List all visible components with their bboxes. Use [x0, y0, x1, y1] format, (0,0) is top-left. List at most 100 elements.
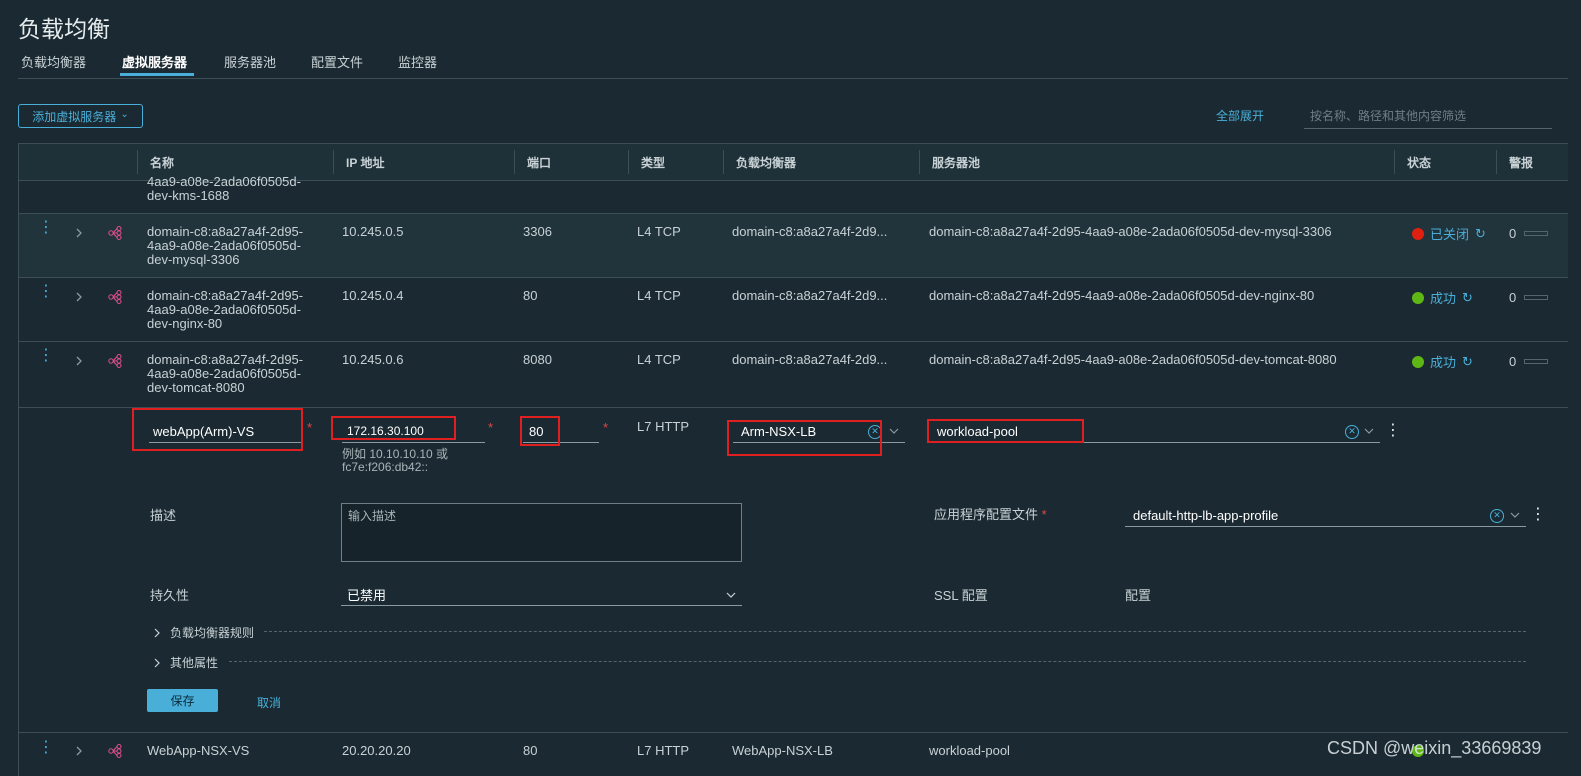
table-row[interactable]: ⋮ domain-c8:a8a27a4f-2d95- 4aa9-a08e-2ad… [19, 214, 1569, 278]
highlight-box [331, 416, 456, 440]
persistence-value: 已禁用 [347, 587, 387, 603]
ip-address-hint: 例如 10.10.10.10 或 fc7e:f206:db42:: [342, 447, 449, 474]
chevron-down-icon[interactable] [889, 426, 899, 436]
required-mark: * [488, 420, 494, 435]
tab-virtual-servers[interactable]: 虚拟服务器 [122, 52, 187, 71]
vs-port: 80 [523, 288, 538, 303]
vs-ip: 20.20.20.20 [342, 743, 411, 758]
column-header-status[interactable]: 状态 [1407, 154, 1431, 171]
vs-ip: 10.245.0.4 [342, 288, 404, 303]
row-actions-kebab-icon[interactable]: ⋮ [38, 220, 54, 236]
vs-type: L7 HTTP [637, 743, 690, 758]
alarm-cell: 0 [1509, 226, 1549, 241]
vs-type: L4 TCP [637, 288, 681, 303]
description-textarea[interactable]: 输入描述 [341, 503, 742, 562]
vs-type: L4 TCP [637, 352, 681, 367]
type-value: L7 HTTP [637, 419, 690, 434]
chevron-right-icon[interactable] [73, 745, 85, 757]
status-text[interactable]: 已关闭 [1430, 224, 1469, 243]
virtual-server-edit-form: webApp(Arm)-VS * 172.16.30.100 * 例如 10.1… [19, 408, 1569, 733]
column-header-type[interactable]: 类型 [641, 154, 665, 171]
table-row[interactable]: ⋮ domain-c8:a8a27a4f-2d95- 4aa9-a08e-2ad… [19, 278, 1569, 342]
vs-server-pool-link[interactable]: workload-pool [929, 744, 1010, 758]
ssl-config-link[interactable]: 配置 [1125, 585, 1151, 604]
refresh-icon[interactable]: ↻ [1475, 226, 1486, 242]
column-header-name[interactable]: 名称 [150, 154, 174, 171]
lb-rules-section-toggle[interactable]: 负载均衡器规则 [152, 624, 254, 641]
column-header-ip[interactable]: IP 地址 [346, 154, 384, 171]
other-properties-section-toggle[interactable]: 其他属性 [152, 654, 218, 671]
column-header-alarms[interactable]: 警报 [1509, 154, 1533, 171]
column-divider [1394, 150, 1395, 174]
row-actions-kebab-icon[interactable]: ⋮ [38, 284, 54, 300]
chevron-down-icon[interactable] [726, 590, 736, 600]
column-header-server-pool[interactable]: 服务器池 [932, 154, 980, 171]
vs-load-balancer: domain-c8:a8a27a4f-2d9... [732, 288, 888, 303]
table-row[interactable]: 4aa9-a08e-2ada06f0505d- dev-kms-1688 [19, 175, 1569, 214]
chevron-right-icon[interactable] [73, 355, 85, 367]
clear-icon[interactable]: ✕ [1345, 425, 1359, 439]
row-actions-kebab-icon[interactable]: ⋮ [38, 348, 54, 364]
virtual-server-icon [108, 354, 122, 368]
vs-server-pool-link[interactable]: domain-c8:a8a27a4f-2d95-4aa9-a08e-2ada06… [929, 289, 1314, 303]
filter-input[interactable] [1304, 104, 1552, 128]
cancel-button[interactable]: 取消 [257, 694, 281, 711]
clear-icon[interactable]: ✕ [1490, 509, 1504, 523]
persistence-select[interactable]: 已禁用 [341, 583, 742, 606]
table-row[interactable]: ⋮ domain-c8:a8a27a4f-2d95- 4aa9-a08e-2ad… [19, 342, 1569, 408]
other-properties-label: 其他属性 [170, 656, 219, 670]
row-actions-kebab-icon[interactable]: ⋮ [38, 740, 54, 756]
save-button[interactable]: 保存 [147, 689, 218, 712]
expand-all-link[interactable]: 全部展开 [1216, 107, 1264, 124]
status-success-icon [1412, 355, 1424, 368]
chevron-right-icon[interactable] [73, 291, 85, 303]
add-virtual-server-button[interactable]: 添加虚拟服务器 ⌄ [18, 104, 143, 128]
tab-profiles[interactable]: 配置文件 [311, 52, 363, 71]
alarm-cell: 0 [1509, 354, 1549, 369]
tab-server-pools[interactable]: 服务器池 [224, 52, 276, 71]
tab-load-balancers[interactable]: 负载均衡器 [21, 52, 86, 71]
column-divider [1496, 150, 1497, 174]
status-text[interactable]: 成功 [1430, 352, 1456, 371]
highlight-box [727, 420, 882, 456]
vs-load-balancer: domain-c8:a8a27a4f-2d9... [732, 352, 888, 367]
vs-name: 4aa9-a08e-2ada06f0505d- dev-kms-1688 [147, 174, 301, 203]
column-divider [333, 150, 334, 174]
vs-name: WebApp-NSX-VS [147, 743, 250, 758]
alarm-count[interactable]: 0 [1509, 354, 1516, 369]
virtual-server-icon [108, 226, 122, 240]
ssl-config-label: SSL 配置 [934, 588, 988, 603]
alarm-cell: 0 [1509, 290, 1549, 305]
status-success-icon [1412, 291, 1424, 304]
required-mark: * [1041, 507, 1047, 522]
alarm-count[interactable]: 0 [1509, 290, 1516, 305]
chevron-right-icon [154, 658, 160, 667]
status-text[interactable]: 成功 [1430, 288, 1456, 307]
alarm-count[interactable]: 0 [1509, 226, 1516, 241]
chevron-right-icon[interactable] [73, 227, 85, 239]
kebab-menu-icon[interactable]: ⋮ [1530, 507, 1546, 523]
vs-ip: 10.245.0.5 [342, 224, 404, 239]
chevron-down-icon[interactable] [1510, 510, 1520, 520]
vs-type: L4 TCP [637, 224, 681, 239]
chevron-down-icon[interactable] [1364, 426, 1374, 436]
vs-name: domain-c8:a8a27a4f-2d95- 4aa9-a08e-2ada0… [147, 352, 304, 395]
status-cell: 成功 ↻ [1412, 352, 1473, 371]
app-profile-label-text: 应用程序配置文件 [934, 507, 1039, 522]
virtual-server-icon [108, 290, 122, 304]
refresh-icon[interactable]: ↻ [1462, 290, 1473, 306]
app-profile-select[interactable]: default-http-lb-app-profile [1125, 504, 1526, 527]
vs-load-balancer: domain-c8:a8a27a4f-2d9... [732, 224, 888, 239]
column-header-port[interactable]: 端口 [527, 154, 551, 171]
kebab-menu-icon[interactable]: ⋮ [1385, 423, 1401, 439]
required-mark: * [307, 420, 313, 435]
tab-monitors[interactable]: 监控器 [398, 52, 437, 71]
section-divider [229, 661, 1526, 662]
column-header-load-balancer[interactable]: 负载均衡器 [736, 154, 796, 171]
vs-port: 80 [523, 743, 538, 758]
vs-server-pool-link[interactable]: domain-c8:a8a27a4f-2d95-4aa9-a08e-2ada06… [929, 225, 1332, 239]
alarm-bar [1524, 359, 1549, 364]
refresh-icon[interactable]: ↻ [1462, 354, 1473, 370]
vs-ip: 10.245.0.6 [342, 352, 404, 367]
vs-server-pool-link[interactable]: domain-c8:a8a27a4f-2d95-4aa9-a08e-2ada06… [929, 353, 1337, 367]
